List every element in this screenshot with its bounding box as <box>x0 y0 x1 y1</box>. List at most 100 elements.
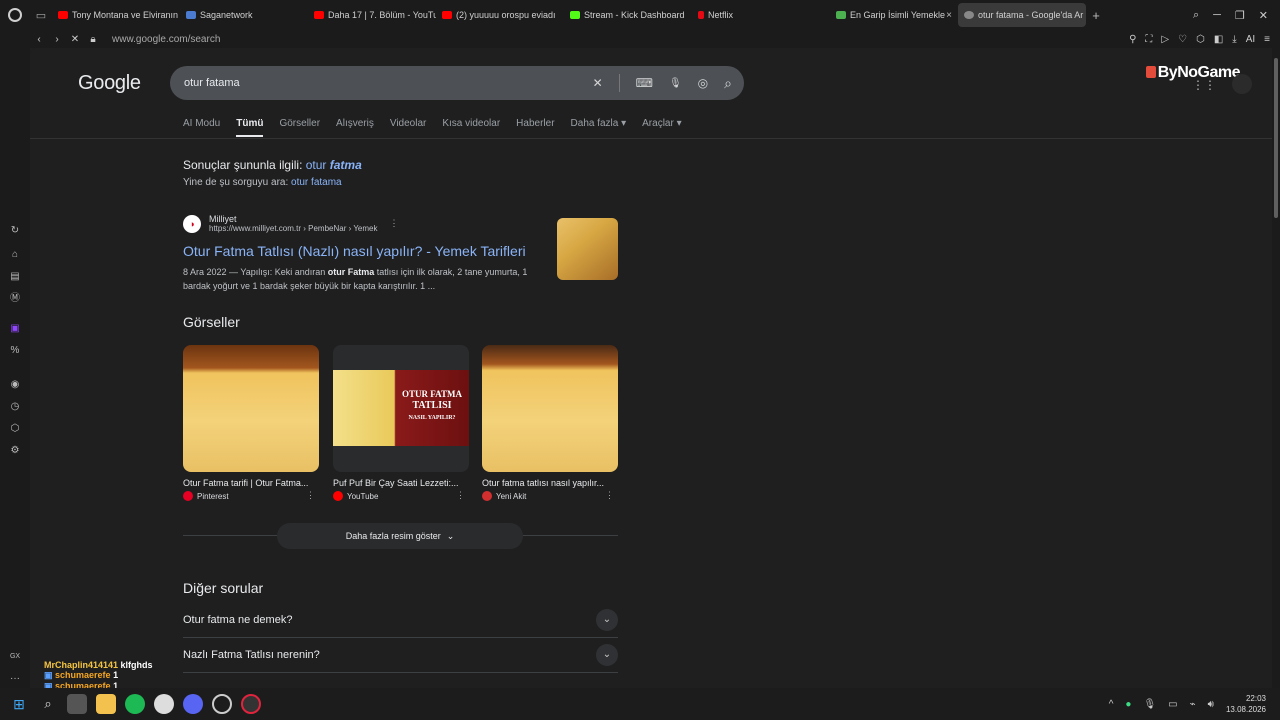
profile-icon[interactable]: ◧ <box>1214 34 1223 45</box>
play-icon[interactable]: ▷ <box>1161 34 1169 45</box>
tab-tony-montana[interactable]: Tony Montana ve Elviranın <box>52 3 180 27</box>
scrollbar[interactable] <box>1272 48 1280 688</box>
tab-ai-mode[interactable]: AI Modu <box>183 118 220 137</box>
refresh-icon[interactable]: ↻ <box>8 224 22 238</box>
tab-short-videos[interactable]: Kısa videolar <box>442 118 500 137</box>
snapshot-icon[interactable]: ⛶ <box>1145 34 1152 45</box>
chrome-icon[interactable] <box>154 694 174 714</box>
question-row[interactable]: Nazlı Fatma Tatlısı nerenin? ⌄ <box>183 643 618 667</box>
network-icon[interactable]: ⌁ <box>1190 699 1196 710</box>
corrected-query-link[interactable]: otur fatma <box>306 158 362 172</box>
clear-icon[interactable]: ✕ <box>593 76 603 90</box>
menu-icon[interactable]: ≡ <box>1264 34 1270 45</box>
tab-images[interactable]: Görseller <box>279 118 320 137</box>
heart-icon[interactable]: ♡ <box>1178 34 1187 45</box>
original-query-link[interactable]: otur fatama <box>291 177 342 188</box>
tab-saganetwork[interactable]: Saganetwork <box>180 3 308 27</box>
player-icon[interactable]: ◉ <box>8 378 22 392</box>
cake-image[interactable] <box>183 345 319 472</box>
tab-news[interactable]: Haberler <box>516 118 554 137</box>
google-logo[interactable]: Google <box>78 72 141 95</box>
display-icon[interactable]: ▭ <box>1168 699 1177 710</box>
extensions-side-icon[interactable]: ⬡ <box>8 422 22 436</box>
search-tabs-icon[interactable]: ⌕ <box>1193 9 1199 22</box>
tab-shopping[interactable]: Alışveriş <box>336 118 374 137</box>
tab-kick-dashboard[interactable]: Stream - Kick Dashboard <box>564 3 692 27</box>
more-images-button[interactable]: Daha fazla resim göster ⌄ <box>277 523 523 549</box>
search-icon[interactable]: ⌕ <box>38 694 58 714</box>
pin-icon[interactable]: ⚲ <box>1129 34 1136 45</box>
tab-tools[interactable]: Araçlar ▾ <box>642 118 681 137</box>
clock[interactable]: 22:03 13.08.2026 <box>1226 693 1266 715</box>
volume-icon[interactable]: 🔊︎ <box>1208 699 1214 710</box>
close-window-icon[interactable]: ✕ <box>1259 9 1268 22</box>
gx-icon[interactable]: GX <box>8 650 22 664</box>
search-icon[interactable]: ⌕ <box>724 75 732 92</box>
tab-google-search[interactable]: otur fatama - Google'da Ar <box>958 3 1086 27</box>
chevron-down-icon[interactable]: ⌄ <box>596 644 618 666</box>
more-options-icon[interactable]: ⋮ <box>390 218 399 229</box>
opera-gx-icon[interactable] <box>241 694 261 714</box>
close-tab-icon[interactable]: × <box>946 10 952 21</box>
workspace-icon[interactable]: ▭ <box>30 9 52 22</box>
file-explorer-icon[interactable] <box>96 694 116 714</box>
minimize-icon[interactable]: ─ <box>1213 9 1221 22</box>
cake-image[interactable] <box>482 345 618 472</box>
obs-icon[interactable] <box>212 694 232 714</box>
tab-videos[interactable]: Videolar <box>390 118 427 137</box>
status-dot-icon[interactable]: ● <box>1125 699 1131 710</box>
opera-logo-icon[interactable] <box>0 0 30 30</box>
tab-youtube-2[interactable]: (2) yuuuuu orospu eviadı <box>436 3 564 27</box>
discord-icon[interactable] <box>183 694 203 714</box>
more-options-icon[interactable]: ⋮ <box>306 490 315 501</box>
ai-icon[interactable]: AI <box>1246 34 1255 45</box>
search-input[interactable] <box>184 77 593 89</box>
settings-icon[interactable]: ⚙ <box>8 444 22 458</box>
result-thumbnail[interactable] <box>557 218 618 280</box>
twitch-icon[interactable]: ▣ <box>8 322 22 336</box>
tab-en-garip[interactable]: En Garip İsimli Yemekle × <box>830 3 958 27</box>
notes-icon[interactable]: ▤ <box>8 270 22 284</box>
more-options-icon[interactable]: ⋮ <box>456 490 465 501</box>
url-field[interactable]: www.google.com/search <box>112 34 220 45</box>
extensions-icon[interactable]: ⬡ <box>1196 34 1205 45</box>
video-thumbnail[interactable]: OTUR FATMA TATLISI NASIL YAPILIR? <box>333 345 469 472</box>
bag-icon[interactable]: ⌂ <box>8 248 22 262</box>
image-card[interactable]: OTUR FATMA TATLISI NASIL YAPILIR? Puf Pu… <box>333 345 469 501</box>
maximize-icon[interactable]: ❐ <box>1235 9 1245 22</box>
back-icon[interactable]: ‹ <box>30 34 48 45</box>
search-box[interactable]: ✕ ⌨ 🎙 ◎ ⌕ <box>170 66 744 100</box>
mic-icon[interactable]: 🎙 <box>669 78 682 89</box>
avatar[interactable] <box>1232 74 1252 94</box>
divider <box>183 637 618 638</box>
result-site[interactable]: ◑ Milliyet https://www.milliyet.com.tr ›… <box>183 214 618 233</box>
apps-icon[interactable]: ⋮⋮ <box>1192 78 1216 92</box>
image-card[interactable]: Otur Fatma tarifi | Otur Fatma... Pinter… <box>183 345 319 501</box>
image-card[interactable]: Otur fatma tatlısı nasıl yapılır... Yeni… <box>482 345 618 501</box>
tab-netflix[interactable]: Netflix <box>692 3 820 27</box>
keyboard-icon[interactable]: ⌨ <box>636 76 653 90</box>
windows-start-icon[interactable]: ⊞ <box>9 694 29 714</box>
question-row[interactable]: Otur fatma ne demek? ⌄ <box>183 608 618 632</box>
new-tab-button[interactable]: + <box>1086 8 1106 23</box>
download-icon[interactable]: ⤓ <box>1232 34 1236 45</box>
chevron-up-icon[interactable]: ^ <box>1109 699 1114 710</box>
result-title-link[interactable]: Otur Fatma Tatlısı (Nazlı) nasıl yapılır… <box>183 243 618 259</box>
chevron-down-icon[interactable]: ⌄ <box>596 609 618 631</box>
scroll-thumb[interactable] <box>1274 58 1278 218</box>
task-view-icon[interactable] <box>67 694 87 714</box>
tab-all[interactable]: Tümü <box>236 118 264 137</box>
more-options-icon[interactable]: ⋮ <box>605 490 614 501</box>
stop-icon[interactable]: ✕ <box>66 34 84 45</box>
tab-daha-17[interactable]: Daha 17 | 7. Bölüm - YouTu <box>308 3 436 27</box>
forward-icon[interactable]: › <box>48 34 66 45</box>
percent-icon[interactable]: % <box>8 344 22 358</box>
kick-icon <box>570 11 580 19</box>
mic-tray-icon[interactable]: 🎙︎ <box>1143 699 1156 710</box>
more-icon[interactable]: ··· <box>8 672 22 686</box>
m-icon[interactable]: Ⓜ <box>8 292 22 306</box>
tab-more[interactable]: Daha fazla ▾ <box>571 118 627 137</box>
spotify-icon[interactable] <box>125 694 145 714</box>
lens-icon[interactable]: ◎ <box>698 76 708 90</box>
history-icon[interactable]: ◷ <box>8 400 22 414</box>
